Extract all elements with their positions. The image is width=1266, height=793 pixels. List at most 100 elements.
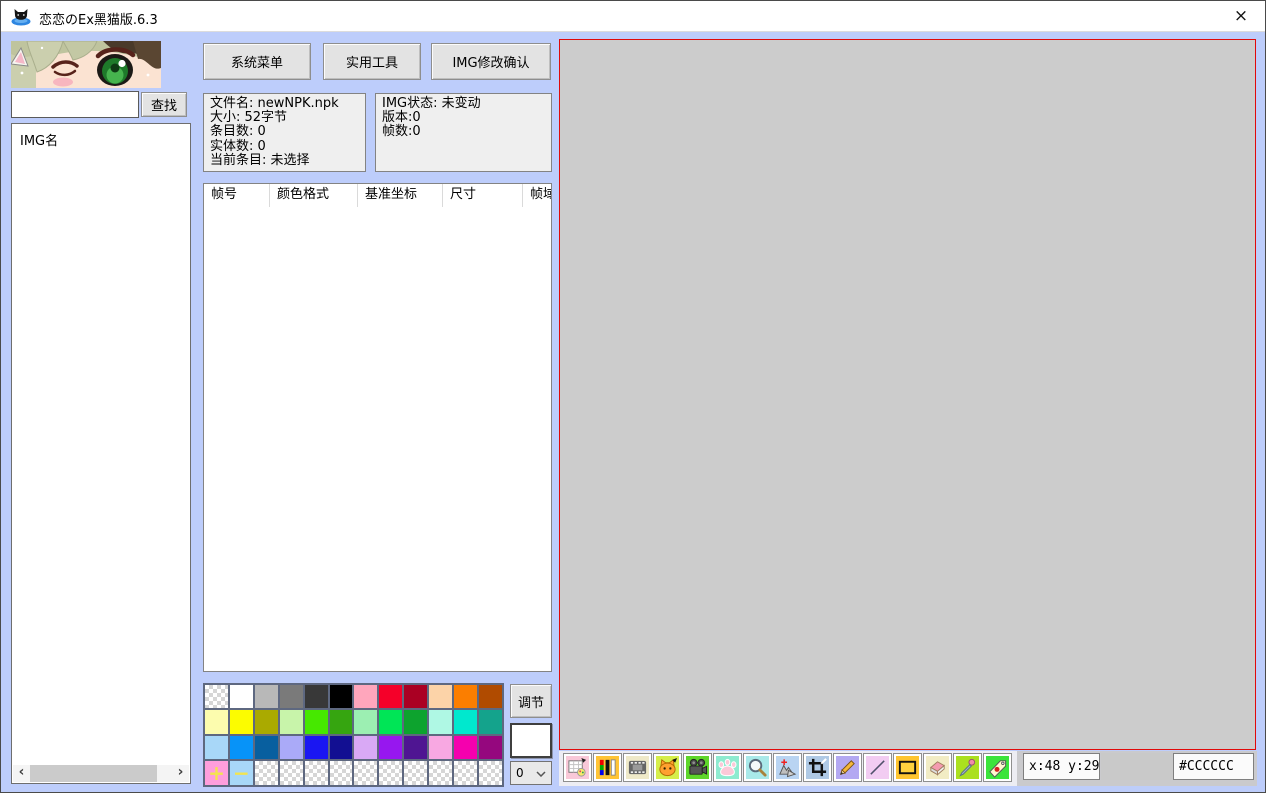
film-tool-button[interactable] [623, 753, 652, 782]
tag-tool-button[interactable] [983, 753, 1012, 782]
img-confirm-button[interactable]: IMG修改确认 [431, 43, 551, 80]
palette-swatch[interactable] [279, 735, 303, 759]
column-header-4[interactable]: 尺寸 [443, 184, 523, 207]
palette-swatch[interactable] [379, 685, 403, 709]
add-color-button[interactable]: + [205, 761, 228, 785]
palette-swatch[interactable] [279, 710, 303, 734]
palette-swatch[interactable] [329, 710, 353, 734]
crop-tool-button[interactable] [803, 753, 832, 782]
cat-tool-button[interactable] [653, 753, 682, 782]
column-header-3[interactable]: 基准坐标 [358, 184, 443, 207]
column-header-1[interactable]: 帧号 [204, 184, 270, 207]
search-input[interactable] [11, 91, 139, 118]
palette-swatch-transparent[interactable] [379, 761, 403, 785]
palette-swatch[interactable] [379, 735, 403, 759]
paw-tool-button[interactable] [713, 753, 742, 782]
palette-swatch[interactable] [429, 735, 453, 759]
film-icon [626, 756, 649, 779]
img-frames-text: 帧数:0 [382, 124, 421, 140]
palette-swatch[interactable] [304, 685, 328, 709]
palette-swatch[interactable] [254, 685, 278, 709]
palette-swatch[interactable] [404, 710, 428, 734]
file-info-panel: 文件名: newNPK.npk 大小: 52字节 条目数: 0 实体数: 0 当… [203, 93, 366, 172]
palette-swatch-transparent[interactable] [454, 761, 478, 785]
palette-swatch[interactable] [454, 710, 478, 734]
scrollbar-thumb[interactable] [30, 765, 157, 782]
palette-swatch[interactable] [254, 710, 278, 734]
palette-swatch[interactable] [429, 685, 453, 709]
title-bar: 恋恋のEx黑猫版.6.3 × [1, 1, 1265, 32]
app-window: 恋恋のEx黑猫版.6.3 × 查找 IMG名 ‹ › 系统菜单 实用工具 IMG… [0, 0, 1266, 793]
color-bars-tool-button[interactable] [593, 753, 622, 782]
magnifier-tool-button[interactable] [743, 753, 772, 782]
palette-swatch-transparent[interactable] [404, 761, 428, 785]
palette-swatch[interactable] [329, 685, 353, 709]
img-status-panel: IMG状态: 未变动 版本:0 帧数:0 [375, 93, 552, 172]
frame-table[interactable]: 帧号颜色格式基准坐标尺寸帧域 [203, 183, 552, 672]
palette-swatch-transparent[interactable] [479, 761, 502, 785]
zoom-select[interactable]: 0 [510, 761, 552, 785]
palette-swatch[interactable] [479, 735, 502, 759]
remove-color-button[interactable]: − [229, 761, 253, 785]
eraser-tool-button[interactable] [923, 753, 952, 782]
palette-swatch[interactable] [205, 735, 228, 759]
transform-icon [776, 756, 799, 779]
img-name-list[interactable]: IMG名 ‹ › [11, 123, 191, 784]
palette-swatch[interactable] [229, 685, 253, 709]
palette-swatch[interactable] [279, 685, 303, 709]
rectangle-tool-button[interactable] [893, 753, 922, 782]
entity-count-text: 实体数: 0 [210, 138, 266, 154]
palette-swatch[interactable] [229, 735, 253, 759]
new-canvas-tool-button[interactable] [563, 753, 592, 782]
search-button[interactable]: 查找 [141, 92, 187, 117]
mascot-banner-image [11, 41, 161, 88]
palette-swatch[interactable] [354, 685, 378, 709]
chevron-down-icon [536, 766, 546, 780]
palette-swatch-transparent[interactable] [205, 685, 228, 709]
image-canvas[interactable] [559, 39, 1256, 750]
status-spacer [1101, 753, 1173, 780]
palette-swatch[interactable] [454, 685, 478, 709]
column-header-2[interactable]: 颜色格式 [270, 184, 358, 207]
palette-swatch[interactable] [229, 710, 253, 734]
palette-swatch[interactable] [329, 735, 353, 759]
color-hex-display[interactable]: #CCCCCC [1173, 753, 1254, 780]
palette-swatch-transparent[interactable] [304, 761, 328, 785]
dropper-icon [956, 756, 979, 779]
palette-swatch[interactable] [429, 710, 453, 734]
palette-swatch-transparent[interactable] [254, 761, 278, 785]
palette-swatch[interactable] [354, 710, 378, 734]
app-cat-icon [10, 6, 32, 26]
utilities-button[interactable]: 实用工具 [323, 43, 421, 80]
adjust-button[interactable]: 调节 [510, 684, 552, 718]
current-color-swatch[interactable] [510, 723, 552, 758]
close-icon[interactable]: × [1230, 6, 1252, 28]
palette-swatch-transparent[interactable] [354, 761, 378, 785]
palette-swatch[interactable] [304, 735, 328, 759]
system-menu-button[interactable]: 系统菜单 [203, 43, 311, 80]
column-header-5[interactable]: 帧域 [523, 184, 551, 207]
scroll-right-icon[interactable]: › [172, 765, 189, 782]
palette-swatch-transparent[interactable] [279, 761, 303, 785]
camera-tool-button[interactable] [683, 753, 712, 782]
palette-swatch-transparent[interactable] [329, 761, 353, 785]
pencil-tool-button[interactable] [833, 753, 862, 782]
palette-swatch[interactable] [205, 710, 228, 734]
palette-swatch[interactable] [354, 735, 378, 759]
scroll-left-icon[interactable]: ‹ [13, 765, 30, 782]
line-tool-button[interactable] [863, 753, 892, 782]
dropper-tool-button[interactable] [953, 753, 982, 782]
palette-swatch[interactable] [404, 685, 428, 709]
palette-swatch-transparent[interactable] [429, 761, 453, 785]
palette-swatch[interactable] [304, 710, 328, 734]
color-bars-icon [596, 756, 619, 779]
palette-swatch[interactable] [479, 710, 502, 734]
palette-swatch[interactable] [254, 735, 278, 759]
palette-swatch[interactable] [404, 735, 428, 759]
transform-tool-button[interactable] [773, 753, 802, 782]
horizontal-scrollbar[interactable]: ‹ › [13, 765, 189, 782]
palette-swatch[interactable] [479, 685, 502, 709]
palette-swatch[interactable] [454, 735, 478, 759]
crop-icon [806, 756, 829, 779]
palette-swatch[interactable] [379, 710, 403, 734]
